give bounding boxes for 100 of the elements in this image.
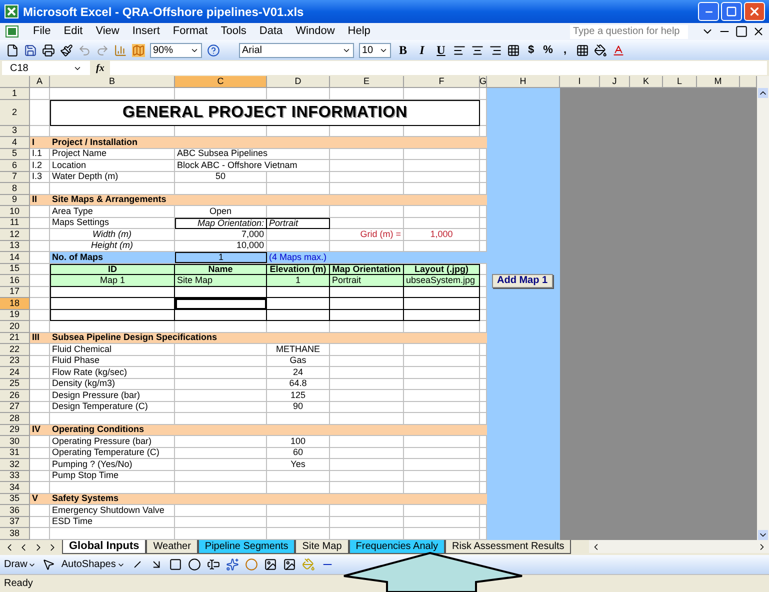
table-cell[interactable]: Site Map <box>175 275 267 286</box>
table-cell[interactable]: 1 <box>175 252 267 262</box>
row-header[interactable]: 21 <box>0 332 30 344</box>
row-header[interactable]: 28 <box>0 413 30 424</box>
table-cell[interactable]: Block ABC - Offshore Vietnam <box>175 160 330 172</box>
empty-cell[interactable] <box>50 310 175 321</box>
table-cell[interactable]: ESD Time <box>50 516 175 528</box>
format-button[interactable]: B <box>396 41 410 59</box>
column-header[interactable]: J <box>600 76 630 88</box>
rectangle-icon[interactable] <box>168 558 182 571</box>
table-cell[interactable]: 24 <box>267 367 330 378</box>
formula-field[interactable] <box>110 61 767 75</box>
table-cell[interactable]: Project Name <box>50 148 175 160</box>
table-cell[interactable]: Fluid Chemical <box>50 344 175 356</box>
format-button[interactable]: U <box>434 41 448 59</box>
row-header[interactable]: 37 <box>0 516 30 528</box>
table-cell[interactable]: Operating Pressure (bar) <box>50 436 175 448</box>
empty-cell[interactable] <box>404 286 480 298</box>
maximize-button[interactable] <box>721 2 742 21</box>
table-cell[interactable]: 125 <box>267 390 330 402</box>
column-header[interactable]: L <box>663 76 697 88</box>
sheet-tab[interactable]: Pipeline Segments <box>198 540 296 554</box>
table-cell[interactable]: Yes <box>267 459 330 470</box>
table-cell[interactable]: 64.8 <box>267 378 330 390</box>
table-cell[interactable]: Fluid Phase <box>50 356 175 367</box>
row-header[interactable]: 12 <box>0 229 30 240</box>
table-cell[interactable]: Map 1 <box>50 275 175 286</box>
table-cell[interactable]: I.3 <box>30 172 50 183</box>
format-button[interactable]: I <box>415 41 429 59</box>
column-header[interactable]: F <box>404 76 480 88</box>
close-button[interactable] <box>744 2 765 21</box>
vertical-scrollbar[interactable] <box>757 76 769 540</box>
column-header[interactable]: I <box>560 76 600 88</box>
empty-cell[interactable] <box>175 286 267 298</box>
menu-item[interactable]: Data <box>259 23 283 40</box>
row-header[interactable]: 32 <box>0 459 30 470</box>
picture-icon[interactable] <box>282 558 296 571</box>
workbook-icon[interactable] <box>4 25 20 38</box>
redo-icon[interactable] <box>96 44 109 56</box>
row-header[interactable]: 1 <box>0 88 30 100</box>
draw-menu[interactable]: Draw <box>4 557 36 572</box>
help-icon[interactable] <box>207 44 220 56</box>
restore-icon[interactable] <box>735 25 748 38</box>
table-cell[interactable]: 1,000 <box>404 229 480 240</box>
empty-cell[interactable] <box>50 298 175 310</box>
row-header[interactable]: 13 <box>0 240 30 252</box>
horizontal-scrollbar[interactable] <box>589 540 769 553</box>
row-header[interactable]: 33 <box>0 470 30 482</box>
row-header[interactable]: 4 <box>0 137 30 148</box>
table-cell[interactable]: Name <box>175 264 267 275</box>
table-cell[interactable]: 100 <box>267 436 330 448</box>
table-cell[interactable]: I.1 <box>30 148 50 160</box>
font-color-icon[interactable] <box>612 44 625 56</box>
table-cell[interactable]: Flow Rate (kg/sec) <box>50 367 175 378</box>
row-header[interactable]: 6 <box>0 160 30 172</box>
row-header[interactable]: 8 <box>0 183 30 194</box>
row-header[interactable]: 9 <box>0 194 30 206</box>
align-center-icon[interactable] <box>471 44 484 56</box>
table-cell[interactable]: Portrait <box>330 275 404 286</box>
table-cell[interactable]: Elevation (m) <box>267 264 330 275</box>
empty-cell[interactable] <box>330 298 404 310</box>
table-cell[interactable]: Area Type <box>50 206 175 218</box>
table-cell[interactable]: Grid (m) = <box>330 229 404 240</box>
pointer-icon[interactable] <box>42 558 56 571</box>
row-header[interactable]: 19 <box>0 310 30 321</box>
menu-item[interactable]: Tools <box>220 23 246 40</box>
table-cell[interactable]: Pump Stop Time <box>50 470 175 482</box>
sheet-tab[interactable]: Global Inputs <box>62 540 146 554</box>
column-header[interactable]: C <box>175 76 267 88</box>
fill-color-icon[interactable] <box>302 558 315 571</box>
table-cell[interactable]: 1 <box>267 275 330 286</box>
text-box-icon[interactable] <box>206 558 220 571</box>
help-field[interactable]: Type a question for help <box>570 24 688 38</box>
table-cell[interactable]: Maps Settings <box>50 218 175 229</box>
empty-cell[interactable] <box>267 310 330 321</box>
print-preview-icon[interactable] <box>42 44 55 56</box>
menu-item[interactable]: Help <box>348 23 370 40</box>
table-cell[interactable]: Water Depth (m) <box>50 172 175 183</box>
column-header[interactable]: M <box>697 76 740 88</box>
empty-cell[interactable] <box>330 310 404 321</box>
table-cell[interactable]: I.2 <box>30 160 50 172</box>
row-header[interactable]: 2 <box>0 100 30 126</box>
add-map-button[interactable]: Add Map 1 <box>492 274 553 288</box>
row-header[interactable]: 18 <box>0 298 30 310</box>
empty-cell[interactable] <box>267 286 330 298</box>
row-header[interactable]: 31 <box>0 448 30 459</box>
table-cell[interactable]: 7,000 <box>175 229 267 240</box>
undo-icon[interactable] <box>78 44 91 56</box>
column-header[interactable]: B <box>50 76 175 88</box>
font-field[interactable]: Arial <box>239 42 354 58</box>
table-cell[interactable]: 50 <box>175 172 267 183</box>
table-cell[interactable]: Portrait <box>267 218 330 229</box>
save-icon[interactable] <box>24 44 37 56</box>
table-cell[interactable]: Design Temperature (C) <box>50 402 175 413</box>
row-header[interactable]: 3 <box>0 126 30 137</box>
empty-cell[interactable] <box>267 298 330 310</box>
row-header[interactable]: 17 <box>0 286 30 298</box>
font-size-field[interactable]: 10 <box>359 42 391 58</box>
row-header[interactable]: 36 <box>0 505 30 516</box>
row-header[interactable]: 34 <box>0 482 30 494</box>
